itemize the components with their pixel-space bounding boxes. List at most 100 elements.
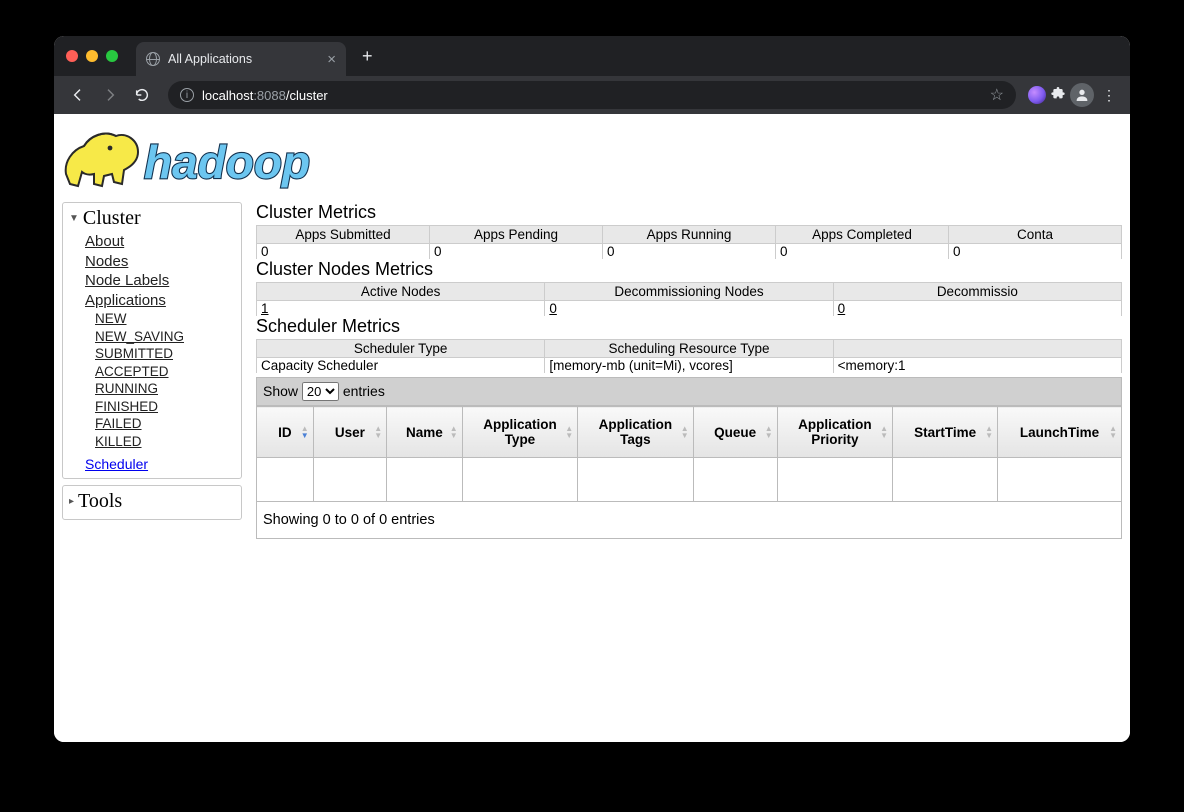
sidebar-link-appstate-killed[interactable]: KILLED [95,433,235,451]
metrics-header: Apps Submitted [257,226,430,244]
datatable-info: Showing 0 to 0 of 0 entries [256,502,1122,539]
metrics-value: 0 [776,244,949,260]
applications-table: ID▲▼User▲▼Name▲▼Application Type▲▼Applic… [256,406,1122,502]
apps-empty-cell [578,458,693,502]
metrics-value[interactable]: 0 [545,301,833,317]
svg-text:hadoop: hadoop [144,136,310,188]
site-info-icon[interactable]: i [180,88,194,102]
cluster-metrics-heading: Cluster Metrics [256,202,1122,223]
close-window-button[interactable] [66,50,78,62]
new-tab-button[interactable]: + [362,46,373,67]
apps-column-header[interactable]: Application Type▲▼ [462,407,577,458]
bookmark-star-icon[interactable]: ☆ [990,85,1004,105]
scheduler-metrics-table: Scheduler TypeScheduling Resource Type C… [256,339,1122,373]
metrics-header: Apps Running [603,226,776,244]
apps-column-header[interactable]: Application Priority▲▼ [777,407,892,458]
apps-column-header[interactable]: Application Tags▲▼ [578,407,693,458]
sidebar-link-appstate-new_saving[interactable]: NEW_SAVING [95,328,235,346]
url-text: localhost:8088/cluster [202,88,328,103]
metrics-value: [memory-mb (unit=Mi), vcores] [545,358,833,374]
apps-empty-cell [313,458,386,502]
metrics-value: Capacity Scheduler [257,358,545,374]
extensions-button[interactable] [1050,85,1066,105]
close-tab-button[interactable]: × [327,51,336,68]
browser-window: All Applications × + i localhost:8088/cl… [54,36,1130,742]
tab-title: All Applications [168,52,319,66]
metrics-header: Conta [949,226,1122,244]
sidebar-cluster-box: ▼ Cluster About Nodes Node Labels Applic… [62,202,242,479]
sidebar-link-node-labels[interactable]: Node Labels [85,271,235,291]
sidebar-tools-label: Tools [78,490,122,513]
apps-column-header[interactable]: ID▲▼ [257,407,314,458]
sidebar-tools-box: ▸ Tools [62,485,242,520]
metrics-header: Scheduling Resource Type [545,340,833,358]
forward-button[interactable] [96,81,124,109]
sidebar-cluster-header[interactable]: ▼ Cluster [69,207,235,230]
apps-column-header[interactable]: Queue▲▼ [693,407,777,458]
browser-toolbar: i localhost:8088/cluster ☆ ⋮ [54,76,1130,114]
metrics-value: <memory:1 [833,358,1121,374]
hadoop-logo: hadoop [58,122,1130,198]
sidebar-link-appstate-failed[interactable]: FAILED [95,415,235,433]
show-label: Show [263,383,298,399]
extension-icon[interactable] [1028,86,1046,104]
metrics-header: Apps Completed [776,226,949,244]
metrics-header: Apps Pending [430,226,603,244]
metrics-value[interactable]: 1 [257,301,545,317]
apps-column-header[interactable]: User▲▼ [313,407,386,458]
back-button[interactable] [64,81,92,109]
sidebar-link-about[interactable]: About [85,232,235,252]
sidebar-link-appstate-new[interactable]: NEW [95,310,235,328]
metrics-header: Active Nodes [257,283,545,301]
nodes-metrics-heading: Cluster Nodes Metrics [256,259,1122,280]
apps-empty-cell [387,458,463,502]
maximize-window-button[interactable] [106,50,118,62]
scheduler-metrics-heading: Scheduler Metrics [256,316,1122,337]
chevron-down-icon: ▼ [69,213,79,224]
apps-column-header[interactable]: LaunchTime▲▼ [998,407,1122,458]
datatable-length-control: Show 20 entries [256,377,1122,406]
metrics-header: Scheduler Type [257,340,545,358]
metrics-value: 0 [430,244,603,260]
metrics-value: 0 [257,244,430,260]
metrics-header [833,340,1121,358]
main-content: Cluster Metrics Apps SubmittedApps Pendi… [256,202,1122,539]
metrics-header: Decommissio [833,283,1121,301]
sidebar-tools-header[interactable]: ▸ Tools [69,490,235,513]
sidebar-link-appstate-running[interactable]: RUNNING [95,380,235,398]
apps-empty-cell [998,458,1122,502]
page-size-select[interactable]: 20 [302,382,339,401]
window-controls [66,50,118,62]
sidebar-link-appstate-submitted[interactable]: SUBMITTED [95,345,235,363]
apps-empty-cell [693,458,777,502]
sidebar-cluster-label: Cluster [83,207,141,230]
apps-column-header[interactable]: Name▲▼ [387,407,463,458]
browser-tab[interactable]: All Applications × [136,42,346,76]
apps-empty-cell [257,458,314,502]
address-bar[interactable]: i localhost:8088/cluster ☆ [168,81,1016,109]
browser-menu-button[interactable]: ⋮ [1098,87,1120,104]
minimize-window-button[interactable] [86,50,98,62]
nodes-metrics-table: Active NodesDecommissioning NodesDecommi… [256,282,1122,316]
page-content: hadoop ▼ Cluster About Nodes Node Labels… [54,114,1130,742]
sidebar-link-appstate-finished[interactable]: FINISHED [95,398,235,416]
reload-button[interactable] [128,81,156,109]
metrics-header: Decommissioning Nodes [545,283,833,301]
metrics-value: 0 [949,244,1122,260]
entries-label: entries [343,383,385,399]
sidebar: ▼ Cluster About Nodes Node Labels Applic… [62,202,242,539]
apps-empty-cell [462,458,577,502]
metrics-value: 0 [603,244,776,260]
sidebar-link-appstate-accepted[interactable]: ACCEPTED [95,363,235,381]
profile-avatar[interactable] [1070,83,1094,107]
sidebar-link-applications[interactable]: Applications [85,291,235,311]
cluster-metrics-table: Apps SubmittedApps PendingApps RunningAp… [256,225,1122,259]
apps-empty-cell [893,458,998,502]
tab-strip: All Applications × + [54,36,1130,76]
chevron-right-icon: ▸ [69,496,74,507]
sidebar-link-scheduler[interactable]: Scheduler [85,456,148,472]
metrics-value[interactable]: 0 [833,301,1121,317]
globe-icon [146,52,160,66]
apps-column-header[interactable]: StartTime▲▼ [893,407,998,458]
sidebar-link-nodes[interactable]: Nodes [85,252,235,272]
